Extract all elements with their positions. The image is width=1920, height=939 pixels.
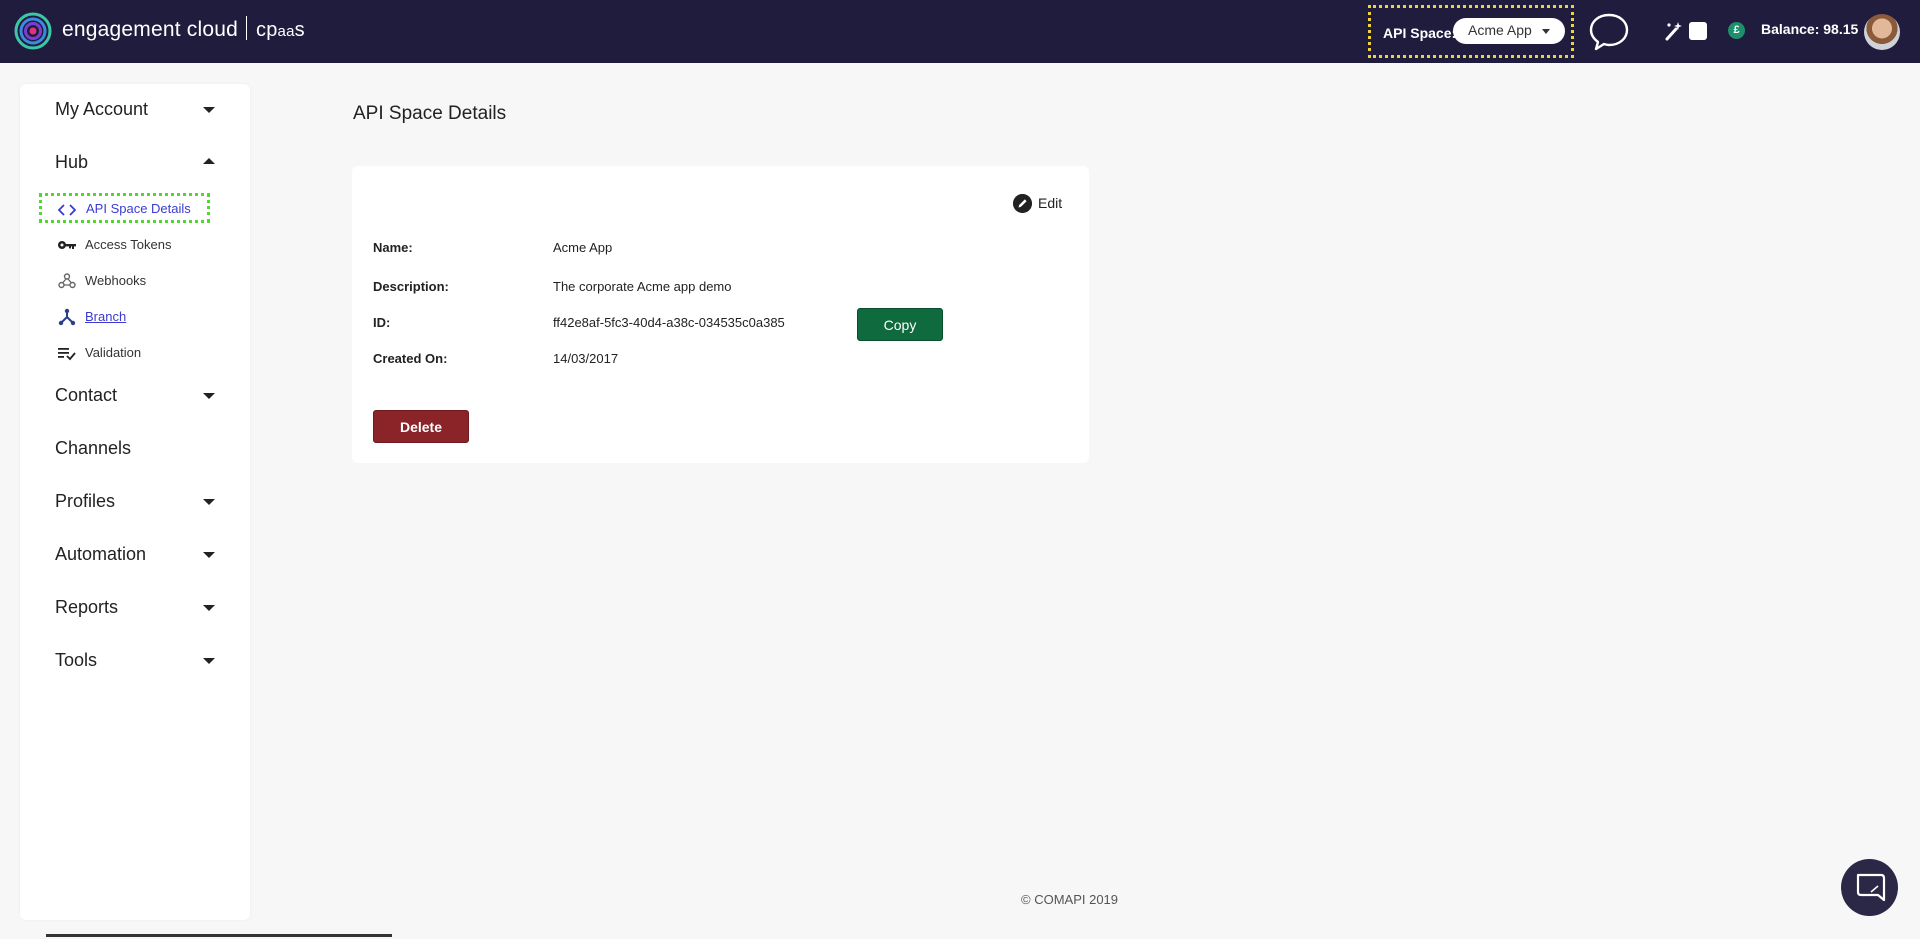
api-space-selected-value: Acme App bbox=[1468, 22, 1532, 38]
sidebar-subitem-label: Webhooks bbox=[85, 273, 147, 288]
sidebar-subitem-validation[interactable]: Validation bbox=[55, 340, 225, 366]
sidebar-subitem-webhooks[interactable]: Webhooks bbox=[55, 268, 225, 294]
magic-wand-icon[interactable] bbox=[1664, 20, 1684, 42]
chat-bubble-icon[interactable] bbox=[1588, 12, 1630, 52]
footer-copyright: © COMAPI 2019 bbox=[1021, 892, 1119, 907]
brand-cpaas-text: cpaas bbox=[256, 19, 305, 41]
name-label: Name: bbox=[373, 240, 413, 255]
name-value: Acme App bbox=[553, 240, 613, 255]
notification-card-icon[interactable] bbox=[1688, 21, 1708, 41]
sidebar-item-profiles[interactable]: Profiles bbox=[55, 491, 115, 512]
support-chat-button[interactable] bbox=[1841, 859, 1898, 916]
sidebar-item-tools[interactable]: Tools bbox=[55, 650, 97, 671]
copy-id-button[interactable]: Copy bbox=[857, 308, 943, 341]
sidebar-item-channels[interactable]: Channels bbox=[55, 438, 131, 459]
chevron-down-icon[interactable] bbox=[203, 107, 215, 113]
brand-name[interactable]: engagement cloud cpaas bbox=[62, 16, 305, 42]
webhook-icon bbox=[58, 273, 76, 289]
key-icon bbox=[58, 241, 76, 249]
api-space-selector-area: API Space: Acme App bbox=[1368, 5, 1574, 58]
sidebar-subitem-label: Branch bbox=[85, 309, 127, 324]
support-chat-icon bbox=[1856, 873, 1886, 902]
api-space-details-card: Edit Name: Acme App Description: The cor… bbox=[352, 166, 1089, 463]
description-value: The corporate Acme app demo bbox=[553, 279, 732, 294]
currency-pound-icon: £ bbox=[1728, 22, 1745, 39]
branch-icon bbox=[58, 308, 76, 326]
pencil-icon bbox=[1013, 194, 1032, 213]
id-value: ff42e8af-5fc3-40d4-a38c-034535c0a385 bbox=[553, 315, 785, 330]
sidebar-item-contact[interactable]: Contact bbox=[55, 385, 117, 406]
brand-main-text: engagement cloud bbox=[62, 18, 238, 41]
sidebar-item-hub[interactable]: Hub bbox=[55, 152, 88, 173]
top-bar: engagement cloud cpaas API Space: Acme Ap… bbox=[0, 0, 1920, 63]
account-balance: Balance: 98.15 bbox=[1761, 21, 1859, 37]
chevron-up-icon[interactable] bbox=[203, 158, 215, 164]
chevron-down-icon[interactable] bbox=[203, 393, 215, 399]
caret-down-icon bbox=[1542, 29, 1550, 34]
page-title: API Space Details bbox=[353, 103, 507, 124]
created-on-label: Created On: bbox=[373, 351, 448, 366]
api-space-label: API Space: bbox=[1383, 25, 1457, 41]
edit-label: Edit bbox=[1038, 195, 1063, 211]
created-on-value: 14/03/2017 bbox=[553, 351, 619, 366]
sidebar-subitem-label: Validation bbox=[85, 345, 142, 360]
sidebar: My Account Hub API Space Details Access … bbox=[20, 84, 250, 920]
chevron-down-icon[interactable] bbox=[203, 499, 215, 505]
sidebar-subitem-label: API Space Details bbox=[86, 201, 191, 216]
sidebar-item-automation[interactable]: Automation bbox=[55, 544, 146, 565]
id-label: ID: bbox=[373, 315, 391, 330]
sidebar-item-my-account[interactable]: My Account bbox=[55, 99, 148, 120]
validation-icon bbox=[58, 348, 76, 361]
engagement-cloud-logo-icon[interactable] bbox=[14, 12, 52, 50]
description-label: Description: bbox=[373, 279, 449, 294]
sidebar-item-reports[interactable]: Reports bbox=[55, 597, 118, 618]
brand-separator bbox=[246, 16, 247, 41]
user-avatar[interactable] bbox=[1864, 14, 1900, 50]
sidebar-subitem-label: Access Tokens bbox=[85, 237, 172, 252]
api-space-dropdown[interactable]: Acme App bbox=[1453, 18, 1565, 44]
chevron-down-icon[interactable] bbox=[203, 658, 215, 664]
sidebar-subitem-access-tokens[interactable]: Access Tokens bbox=[55, 232, 225, 258]
code-icon bbox=[57, 204, 77, 216]
scroll-indicator bbox=[46, 934, 392, 937]
delete-button[interactable]: Delete bbox=[373, 410, 469, 443]
chevron-down-icon[interactable] bbox=[203, 552, 215, 558]
sidebar-subitem-api-space-details[interactable]: API Space Details bbox=[39, 193, 210, 223]
sidebar-subitem-branch[interactable]: Branch bbox=[55, 304, 225, 330]
chevron-down-icon[interactable] bbox=[203, 605, 215, 611]
